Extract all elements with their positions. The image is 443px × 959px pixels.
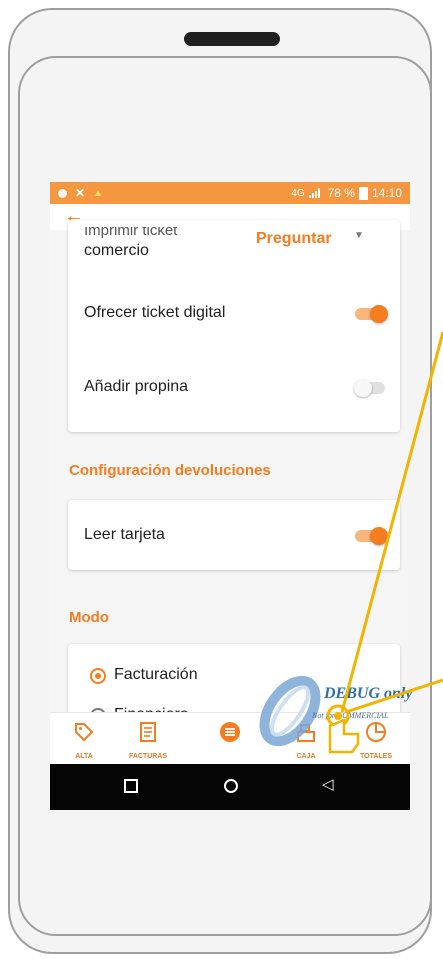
watermark-subtitle: Not for COMMERCIAL (312, 711, 389, 720)
signal-icon (308, 188, 320, 198)
tip-label: Añadir propina (84, 378, 189, 395)
mode-section-title: Modo (69, 609, 109, 626)
nav-alta[interactable]: ALTA (54, 713, 114, 765)
status-bar: ✕ ▲ 4G 78 % 14:10 (50, 182, 410, 204)
settings-content: Imprimir ticket comercio Preguntar ▼ Ofr… (50, 220, 410, 746)
android-navigation-bar: ◁ (50, 764, 410, 810)
network-type: 4G (291, 187, 305, 199)
nav-alta-label: ALTA (75, 753, 93, 760)
close-notification-icon: ✕ (75, 186, 86, 200)
chevron-down-icon[interactable]: ▼ (354, 230, 364, 241)
watermark-title: DEBUG only (324, 685, 413, 702)
recent-apps-icon[interactable] (124, 779, 138, 793)
option-facturacion[interactable]: Facturación (114, 666, 198, 684)
radio-facturacion[interactable] (90, 668, 106, 684)
warning-icon: ▲ (93, 187, 103, 199)
print-ticket-label-2: comercio (84, 242, 149, 259)
battery-icon (358, 186, 368, 200)
clock: 14:10 (371, 186, 402, 200)
digital-ticket-label: Ofrecer ticket digital (84, 304, 226, 321)
notification-icon (58, 188, 67, 198)
returns-card: Leer tarjeta (68, 500, 400, 570)
print-ticket-label: Imprimir ticket (84, 222, 178, 239)
read-card-toggle[interactable] (355, 527, 388, 545)
print-ticket-select[interactable]: Preguntar (256, 230, 332, 248)
tag-icon (75, 723, 94, 742)
battery-percent: 78 % (327, 186, 355, 200)
returns-section-title: Configuración devoluciones (69, 462, 271, 479)
debug-watermark: DEBUG only Not for COMMERCIAL (250, 675, 430, 755)
ticket-settings-card: Imprimir ticket comercio Preguntar ▼ Ofr… (68, 220, 400, 432)
digital-ticket-toggle[interactable] (355, 305, 388, 323)
home-icon[interactable] (224, 779, 238, 793)
nav-facturas-label: FACTURAS (128, 753, 168, 760)
back-triangle-icon[interactable]: ◁ (322, 775, 334, 793)
receipt-icon (140, 722, 156, 742)
speaker-grille (184, 32, 280, 46)
tip-toggle[interactable] (354, 379, 387, 397)
nav-facturas[interactable]: FACTURAS (118, 713, 178, 765)
read-card-label: Leer tarjeta (84, 526, 165, 543)
menu-circle-icon (220, 722, 240, 742)
